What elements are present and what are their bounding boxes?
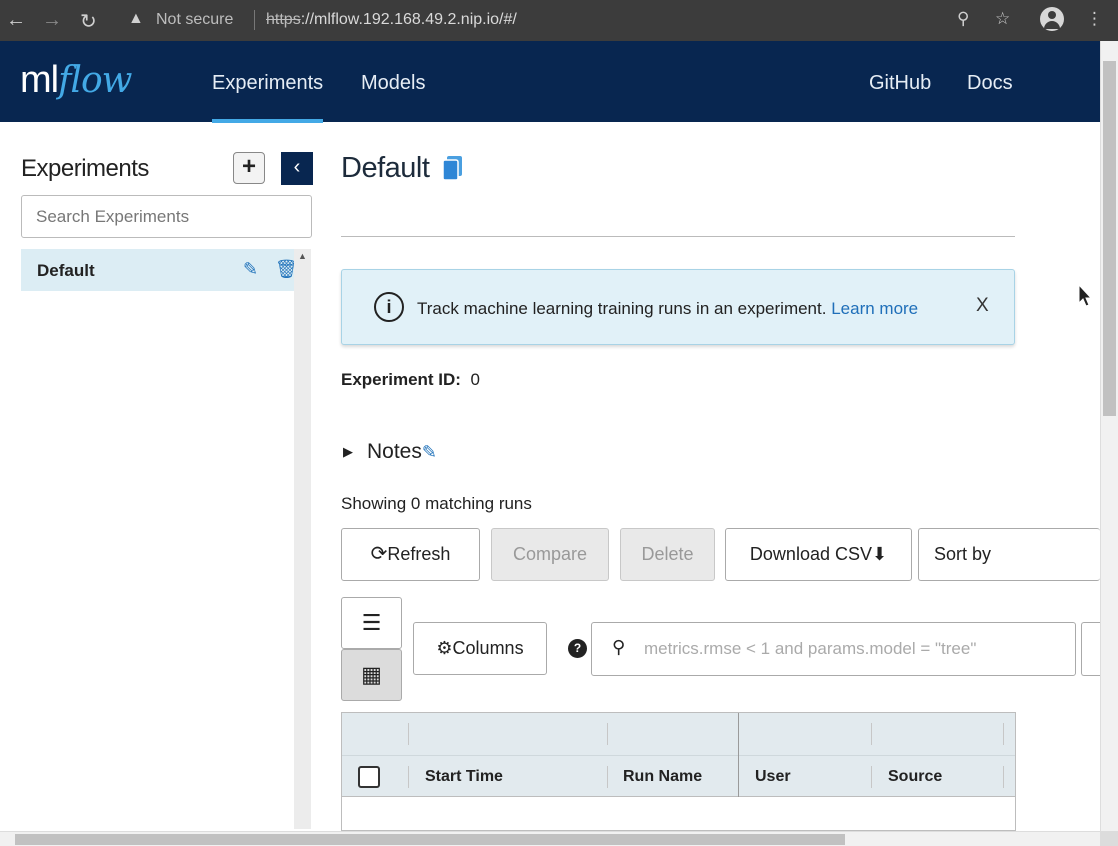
sidebar-title: Experiments [21,155,149,182]
experiment-id-value: 0 [470,370,480,389]
chevron-left-icon: ‹ [293,156,301,178]
search-experiments-input[interactable] [21,195,312,238]
collapse-sidebar-button[interactable]: ‹ [281,152,313,185]
alert-message: Track machine learning training runs in … [417,299,919,318]
info-icon: i [374,292,404,322]
delete-button[interactable]: Delete [620,528,715,581]
security-label: Not secure [156,11,234,28]
column-source[interactable]: Source [888,768,942,786]
column-user[interactable]: User [755,768,791,786]
column-divider [607,723,608,745]
select-all-checkbox[interactable] [358,766,380,788]
zoom-icon[interactable]: ⚲ [957,9,969,29]
browser-menu-icon[interactable]: ⋮ [1086,9,1103,29]
run-search-input[interactable] [644,633,1064,665]
app-header: mlflow Experiments Models GitHub Docs [0,41,1100,123]
download-csv-button[interactable]: Download CSV⬇ [725,528,912,581]
reload-icon[interactable]: ↻ [80,9,97,34]
list-view-button[interactable]: ☰ [341,597,402,649]
experiment-name: Default [37,261,95,280]
edit-icon[interactable]: ✎ [243,259,258,280]
horizontal-scroll-thumb[interactable] [15,834,845,845]
title-divider [341,236,1015,237]
profile-avatar-icon[interactable] [1040,7,1064,31]
column-start-time[interactable]: Start Time [425,768,503,786]
nav-docs[interactable]: Docs [967,72,1013,95]
column-divider [607,766,608,788]
nav-experiments[interactable]: Experiments [212,72,324,123]
grid-icon: ▦ [361,662,382,687]
refresh-icon: ⟳ [370,543,388,565]
columns-button[interactable]: ⚙Columns [413,622,547,675]
close-alert-button[interactable]: X [976,295,989,317]
column-run-name[interactable]: Run Name [623,768,702,786]
nav-github[interactable]: GitHub [869,72,931,95]
grid-view-button[interactable]: ▦ [341,649,402,701]
column-divider [871,766,872,788]
add-experiment-button[interactable]: + [233,152,265,184]
search-button[interactable] [1081,622,1100,676]
column-group-header [342,713,1015,756]
edit-notes-icon[interactable]: ✎ [422,442,437,462]
page-horizontal-scrollbar[interactable] [0,831,1100,846]
compare-button[interactable]: Compare [491,528,609,581]
help-icon[interactable]: ? [568,639,587,658]
column-header-row: Start Time Run Name User Source [342,756,1015,797]
run-search-box: ⚲ [591,622,1076,676]
refresh-button[interactable]: ⟳Refresh [341,528,480,581]
star-icon[interactable]: ☆ [995,9,1010,29]
column-divider [408,766,409,788]
download-icon: ⬇ [871,544,888,564]
experiment-list-scrollbar[interactable]: ▲ [294,249,311,829]
column-divider [408,723,409,745]
column-group-divider [738,713,739,797]
matching-runs-count: Showing 0 matching runs [341,494,532,513]
scroll-up-icon[interactable]: ▲ [298,251,307,261]
sort-by-select[interactable]: Sort by [918,528,1100,581]
mouse-cursor-icon [1078,284,1092,307]
column-divider [1003,766,1004,788]
browser-toolbar: ← → ↻ ▲ Not secure https://mlflow.192.16… [0,0,1118,41]
column-divider [871,723,872,745]
warning-icon: ▲ [128,10,144,27]
nav-models[interactable]: Models [361,72,425,95]
url-text[interactable]: https://mlflow.192.168.49.2.nip.io/#/ [266,11,517,29]
forward-arrow-icon[interactable]: → [42,9,62,32]
list-icon: ☰ [361,610,382,635]
search-icon: ⚲ [612,637,626,657]
gear-icon: ⚙ [436,638,453,658]
column-divider [1003,723,1004,745]
scrollbar-corner [1100,831,1118,846]
vertical-scroll-thumb[interactable] [1103,61,1116,416]
learn-more-link[interactable]: Learn more [831,299,918,318]
page-vertical-scrollbar[interactable] [1100,41,1118,831]
copy-icon[interactable] [442,155,464,181]
back-arrow-icon[interactable]: ← [6,9,26,32]
address-bar[interactable]: ▲ Not secure https://mlflow.192.168.49.2… [118,4,1028,36]
runs-table: Start Time Run Name User Source [341,712,1016,831]
mlflow-logo[interactable]: mlflow [20,59,132,102]
experiment-list: Default ✎ 🗑 ▲ [21,249,311,829]
caret-right-icon: ▶ [343,444,353,459]
address-separator [254,10,255,30]
page-title: Default [341,152,430,184]
experiment-item-default[interactable]: Default ✎ 🗑 [21,249,298,291]
notes-toggle[interactable]: ▶ Notes✎ [343,440,437,464]
info-alert: i Track machine learning training runs i… [341,269,1015,345]
experiment-id: Experiment ID: 0 [341,370,480,389]
